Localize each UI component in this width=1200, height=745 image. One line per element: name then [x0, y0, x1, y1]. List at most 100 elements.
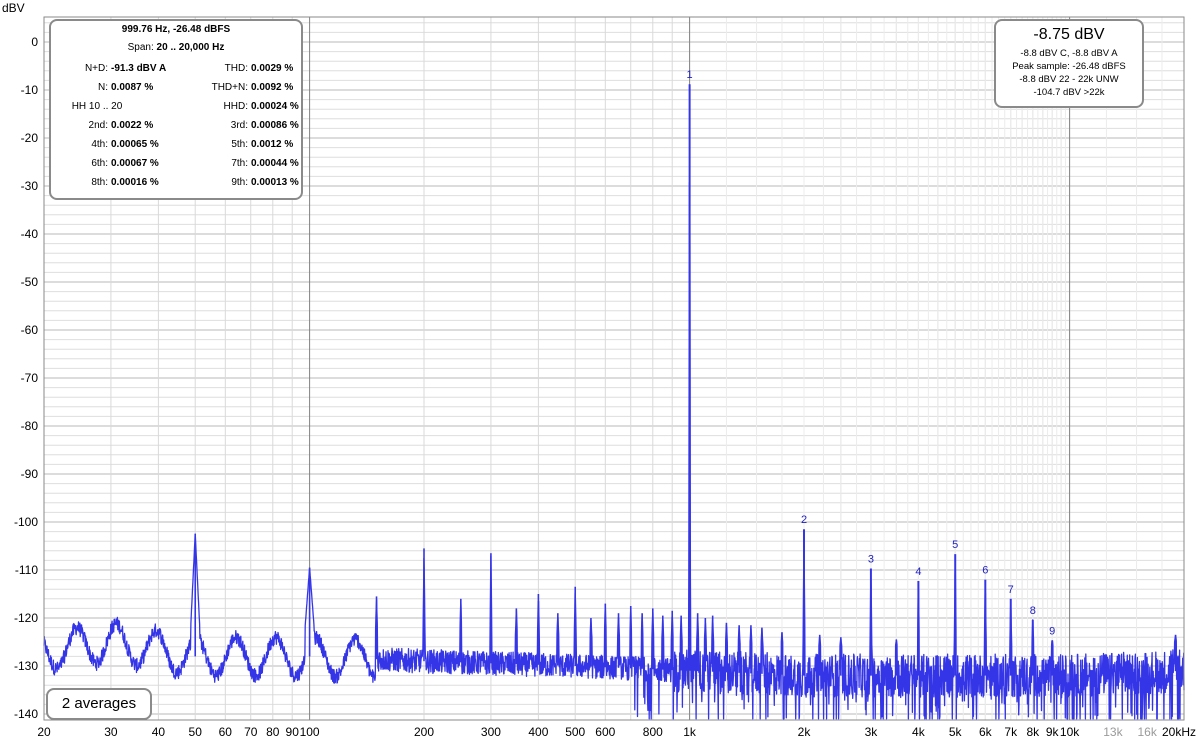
x-tick-label: 9k [1046, 725, 1060, 739]
x-tick-label: 70 [244, 725, 258, 739]
y-tick-label: -120 [14, 611, 38, 625]
stat-value: 0.0012 % [251, 139, 294, 150]
y-tick-label: -140 [14, 707, 38, 721]
stat-cell: THD+N: 0.0092 % [176, 78, 301, 97]
stat-cell: 4th: 0.00065 % [51, 135, 176, 154]
x-tick-label: 10k [1060, 725, 1080, 739]
stat-value: 0.00086 % [251, 120, 299, 131]
y-tick-label: -60 [21, 323, 39, 337]
y-tick-label: -100 [14, 515, 38, 529]
stats-row: N: 0.0087 % THD+N: 0.0092 % [51, 78, 301, 97]
stat-label: 6th: [91, 158, 108, 169]
x-tick-label: 90 [286, 725, 300, 739]
level-readout-box: -8.75 dBV -8.8 dBV C, -8.8 dBV A Peak sa… [994, 19, 1144, 108]
stat-label: 8th: [91, 177, 108, 188]
x-tick-label: 4k [912, 725, 926, 739]
stat-value: -91.3 dBV A [111, 63, 167, 74]
y-tick-label: -40 [21, 227, 39, 241]
stat-label: 2nd: [88, 120, 108, 131]
averages-badge[interactable]: 2 averages [46, 688, 152, 720]
x-tick-labels: 20 30 40 50 60 70 80 90 100 200 300 400 500 600 800 1k 2… [37, 725, 1196, 739]
y-tick-label: -70 [21, 371, 39, 385]
x-tick-label: 600 [595, 725, 615, 739]
level-line: -104.7 dBV >22k [1033, 87, 1105, 98]
y-axis-unit: dBV [2, 1, 25, 15]
x-tick-label: 60 [219, 725, 233, 739]
stat-cell: N: 0.0087 % [51, 78, 176, 97]
stats-row: 2nd: 0.0022 % 3rd: 0.00086 % [51, 116, 301, 135]
x-tick-label: 50 [189, 725, 203, 739]
x-tick-label: 7k [1004, 725, 1018, 739]
x-tick-label: 20 [37, 725, 51, 739]
x-tick-label: 13k [1103, 725, 1123, 739]
x-tick-label: 500 [565, 725, 585, 739]
y-tick-labels: 0 -10 -20 -30 -40 -50 -60 -70 -80 -90 -100 -110 -120… [14, 35, 38, 721]
x-tick-label: 80 [266, 725, 280, 739]
stat-label: HH 10 .. 20 [71, 101, 123, 112]
x-tick-label: 200 [414, 725, 434, 739]
stat-cell: THD: 0.0029 % [176, 59, 301, 78]
y-tick-label: -20 [21, 131, 39, 145]
harmonic-label: 5 [952, 539, 958, 551]
harmonic-label: 9 [1049, 626, 1055, 638]
stat-cell: 9th: 0.00013 % [176, 173, 301, 192]
harmonic-label: 3 [868, 554, 874, 566]
stat-cell: 7th: 0.00044 % [176, 154, 301, 173]
stat-cell: 2nd: 0.0022 % [51, 116, 176, 135]
y-tick-label: 0 [31, 35, 38, 49]
stat-value: 0.00044 % [251, 158, 299, 169]
x-tick-label: 1k [683, 725, 697, 739]
stat-label: HHD: [223, 101, 248, 112]
stat-cell: HHD: 0.00024 % [176, 97, 301, 116]
y-tick-label: -110 [15, 563, 38, 577]
stats-row: HH 10 .. 20 HHD: 0.00024 % [51, 97, 301, 116]
stat-label: 7th: [231, 158, 248, 169]
stat-cell: 6th: 0.00067 % [51, 154, 176, 173]
stat-label: 4th: [91, 139, 108, 150]
y-tick-label: -90 [21, 467, 39, 481]
stat-cell: 5th: 0.0012 % [176, 135, 301, 154]
stats-row: N+D: -91.3 dBV A THD: 0.0029 % [51, 59, 301, 78]
level-main: -8.75 dBV [1033, 26, 1105, 43]
stat-value: 0.00067 % [111, 158, 159, 169]
x-tick-label: 16k [1137, 725, 1157, 739]
harmonic-label: 7 [1008, 584, 1014, 596]
harmonic-label: 2 [801, 514, 807, 526]
x-tick-label: 20kHz [1162, 725, 1196, 739]
level-line: -8.8 dBV 22 - 22k UNW [1019, 74, 1119, 85]
stat-label: 3rd: [230, 120, 248, 131]
stat-value: 0.00013 % [251, 177, 299, 188]
y-tick-label: -50 [21, 275, 39, 289]
y-tick-label: -80 [21, 419, 39, 433]
harmonic-label: 8 [1030, 605, 1036, 617]
stat-value: 0.00065 % [111, 139, 159, 150]
y-tick-label: -30 [21, 179, 39, 193]
stat-cell: 8th: 0.00016 % [51, 173, 176, 192]
x-tick-label: 8k [1026, 725, 1040, 739]
level-line: -8.8 dBV C, -8.8 dBV A [1020, 48, 1118, 59]
stats-row: 8th: 0.00016 % 9th: 0.00013 % [51, 173, 301, 192]
stat-label: THD+N: [211, 82, 248, 93]
frequency-readout: 999.76 Hz, -26.48 dBFS [121, 24, 231, 35]
x-tick-label: 6k [979, 725, 993, 739]
harmonic-label: 1 [687, 69, 693, 81]
x-tick-label: 100 [300, 725, 320, 739]
distortion-stats-box: 999.76 Hz, -26.48 dBFS Span: 20 .. 20,00… [49, 19, 303, 200]
stat-label: 5th: [231, 139, 248, 150]
x-tick-label: 400 [528, 725, 548, 739]
stats-row: 4th: 0.00065 % 5th: 0.0012 % [51, 135, 301, 154]
stat-cell: 3rd: 0.00086 % [176, 116, 301, 135]
x-tick-label: 30 [104, 725, 118, 739]
stats-rows: N+D: -91.3 dBV A THD: 0.0029 % N: 0.0087 % THD… [51, 59, 301, 192]
x-tick-label: 2k [798, 725, 812, 739]
harmonic-label: 4 [915, 566, 921, 578]
level-line: Peak sample: -26.48 dBFS [1012, 61, 1126, 72]
stat-value: 0.0092 % [251, 82, 294, 93]
x-tick-label: 3k [865, 725, 879, 739]
x-tick-label: 800 [643, 725, 663, 739]
stat-label: N+D: [84, 63, 108, 74]
stat-value: 0.00016 % [111, 177, 159, 188]
stat-label: 9th: [231, 177, 248, 188]
stat-value: 0.0087 % [111, 82, 154, 93]
stat-value: 0.00024 % [251, 101, 299, 112]
